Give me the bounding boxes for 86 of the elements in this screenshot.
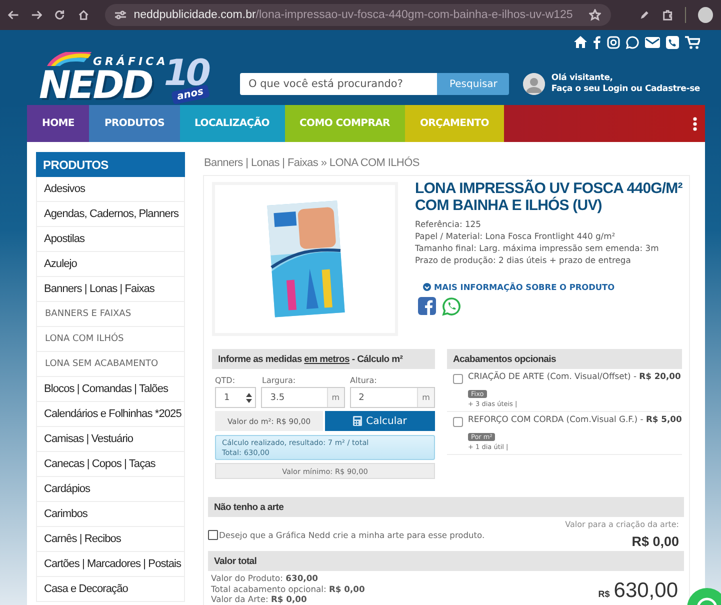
home-icon[interactable] xyxy=(78,9,89,21)
product-detail: Referência: 125 xyxy=(415,218,481,230)
option-label: CRIAÇÃO DE ARTE (Com. Visual/Offset) - R$ 20,00 xyxy=(468,371,681,381)
star-icon[interactable] xyxy=(588,9,601,21)
more-menu-icon[interactable] xyxy=(693,116,697,130)
checkbox[interactable] xyxy=(453,374,463,384)
product-detail: Prazo de produção: 2 dias úteis + prazo de entrega xyxy=(415,254,631,266)
back-arrow-icon[interactable] xyxy=(8,9,20,21)
sidebar-subitem[interactable]: LONA COM ILHÓS xyxy=(36,327,185,352)
login-link[interactable]: Login xyxy=(602,84,628,94)
forward-arrow-icon[interactable] xyxy=(31,9,42,21)
signup-link[interactable]: Cadastre-se xyxy=(644,84,700,94)
sidebar-subitem[interactable]: LONA SEM ACABAMENTO xyxy=(36,352,185,377)
checkbox[interactable] xyxy=(208,530,218,540)
more-info-link[interactable]: MAIS INFORMAÇÃO SOBRE O PRODUTO xyxy=(423,282,615,292)
sidebar-item[interactable]: Cartões | Marcadores | Postais xyxy=(36,552,185,577)
option-label: REFORÇO COM CORDA (Com.Visual G.F.) - R$ 5,00 xyxy=(468,414,682,424)
avatar-icon[interactable] xyxy=(523,73,546,95)
puzzle-icon[interactable] xyxy=(662,9,674,21)
nav-tab[interactable]: PRODUTOS xyxy=(89,105,180,142)
greeting-text: Olá visitante, xyxy=(551,73,614,84)
breadcrumb: Banners | Lonas | Faixas » LONA COM ILHÓS xyxy=(204,157,420,169)
search-field[interactable]: O que você está procurando? xyxy=(240,73,438,95)
units-link[interactable]: em metros xyxy=(304,354,350,364)
sidebar-item[interactable]: Cardápios xyxy=(36,477,185,502)
facebook-icon[interactable] xyxy=(418,297,436,315)
sidebar-header: PRODUTOS xyxy=(36,152,185,177)
calculator-icon xyxy=(353,416,362,426)
art-price: R$ 0,00 xyxy=(632,534,679,549)
total-currency: R$ xyxy=(598,588,610,598)
sidebar-item[interactable]: Blocos | Comandas | Talões xyxy=(36,377,185,402)
field-label: Altura: xyxy=(350,376,377,385)
art-price-label: Valor para a criação da arte: xyxy=(565,520,679,529)
sidebar-item[interactable]: Adesivos xyxy=(36,177,185,202)
sidebar-item[interactable]: Casa e Decoração xyxy=(36,577,185,602)
total-line: Valor da Arte: R$ 0,00 xyxy=(211,594,308,604)
address-bar[interactable]: neddpublicidade.com.br/lona-impressao-uv-fosca-440gm-com-bainha-e-ilhos-uv-w125 xyxy=(104,4,611,26)
cart-icon[interactable] xyxy=(685,36,700,49)
art-checkbox-label[interactable]: Desejo que a Gráfica Nedd crie a minha arte para esse produto. xyxy=(208,520,485,549)
height-field[interactable]: 2 m xyxy=(350,387,435,408)
sidebar-item[interactable]: Carnês | Recibos xyxy=(36,527,185,552)
chevron-down-icon xyxy=(423,283,431,291)
url-text: neddpublicidade.com.br/lona-impressao-uv-fosca-440gm-com-bainha-e-ilhos-uv-w125 xyxy=(134,9,573,21)
breadcrumb-link[interactable]: Banners | Lonas | Faixas xyxy=(204,157,318,169)
unit-label: m xyxy=(417,388,434,407)
total-line: Valor do Produto: 630,00 xyxy=(211,573,319,584)
section-header: Valor total xyxy=(208,551,684,571)
calculate-button[interactable]: Calcular xyxy=(325,411,435,431)
login-prompt: Faça o seu Login ou Cadastre-se xyxy=(551,84,700,95)
home-icon[interactable] xyxy=(574,36,587,48)
mail-icon[interactable] xyxy=(645,36,660,49)
total-amount: 630,00 xyxy=(614,578,678,602)
product-detail: Papel / Material: Lona Fosca Frontlight 440 g/m² xyxy=(415,230,616,242)
sidebar-item[interactable]: Calendários e Folhinhas *2025 xyxy=(36,402,185,427)
phone-icon[interactable] xyxy=(666,36,679,49)
instagram-icon[interactable] xyxy=(607,36,620,49)
pen-icon[interactable] xyxy=(638,9,650,21)
sidebar-item[interactable]: Canecas | Copos | Taças xyxy=(36,452,185,477)
nav-tab[interactable]: HOME xyxy=(27,105,90,142)
profile-avatar[interactable] xyxy=(698,7,713,23)
sidebar-item[interactable]: Carimbos xyxy=(36,502,185,527)
checkbox[interactable] xyxy=(453,417,463,427)
anniversary-ribbon: anos xyxy=(170,84,210,105)
field-label: QTD: xyxy=(215,376,236,385)
unit-label: m xyxy=(326,388,344,407)
sidebar-item[interactable]: Apostilas xyxy=(36,227,185,252)
product-detail: Tamanho final: Larg. máxima impressão sem emenda: 3m xyxy=(415,242,659,254)
total-line: Total acabamento opcional: R$ 0,00 xyxy=(211,584,365,594)
field-label: Largura: xyxy=(262,376,297,385)
sidebar-subitem[interactable]: BANNERS E FAIXAS xyxy=(36,302,185,327)
width-field[interactable]: 3.5 m xyxy=(261,387,345,408)
sidebar-item[interactable]: Agendas, Cadernos, Planners xyxy=(36,202,185,227)
stepper-icon[interactable] xyxy=(246,392,252,404)
product-title: LONA IMPRESSÃO UV FOSCA 440G/M² COM BAINHA E ILHÓS (UV) xyxy=(415,180,684,214)
sidebar-item[interactable]: Banners | Lonas | Faixas xyxy=(36,277,185,302)
logo-wordmark: NEDD xyxy=(39,67,152,104)
reload-icon[interactable] xyxy=(54,9,66,21)
quantity-field[interactable]: 1 xyxy=(215,387,256,408)
sidebar-item[interactable]: Camisas | Vestuário xyxy=(36,427,185,452)
facebook-icon[interactable] xyxy=(593,36,601,49)
section-header: Acabamentos opcionais xyxy=(447,349,682,369)
logo-subtitle: GRÁFICA xyxy=(93,55,168,68)
sidebar-item[interactable]: Azulejo xyxy=(36,252,185,277)
site-info-icon[interactable] xyxy=(114,10,126,20)
section-title: Informe as medidas em metros - Cálculo m² xyxy=(218,354,403,364)
section-header: Não tenho a arte xyxy=(208,497,684,517)
